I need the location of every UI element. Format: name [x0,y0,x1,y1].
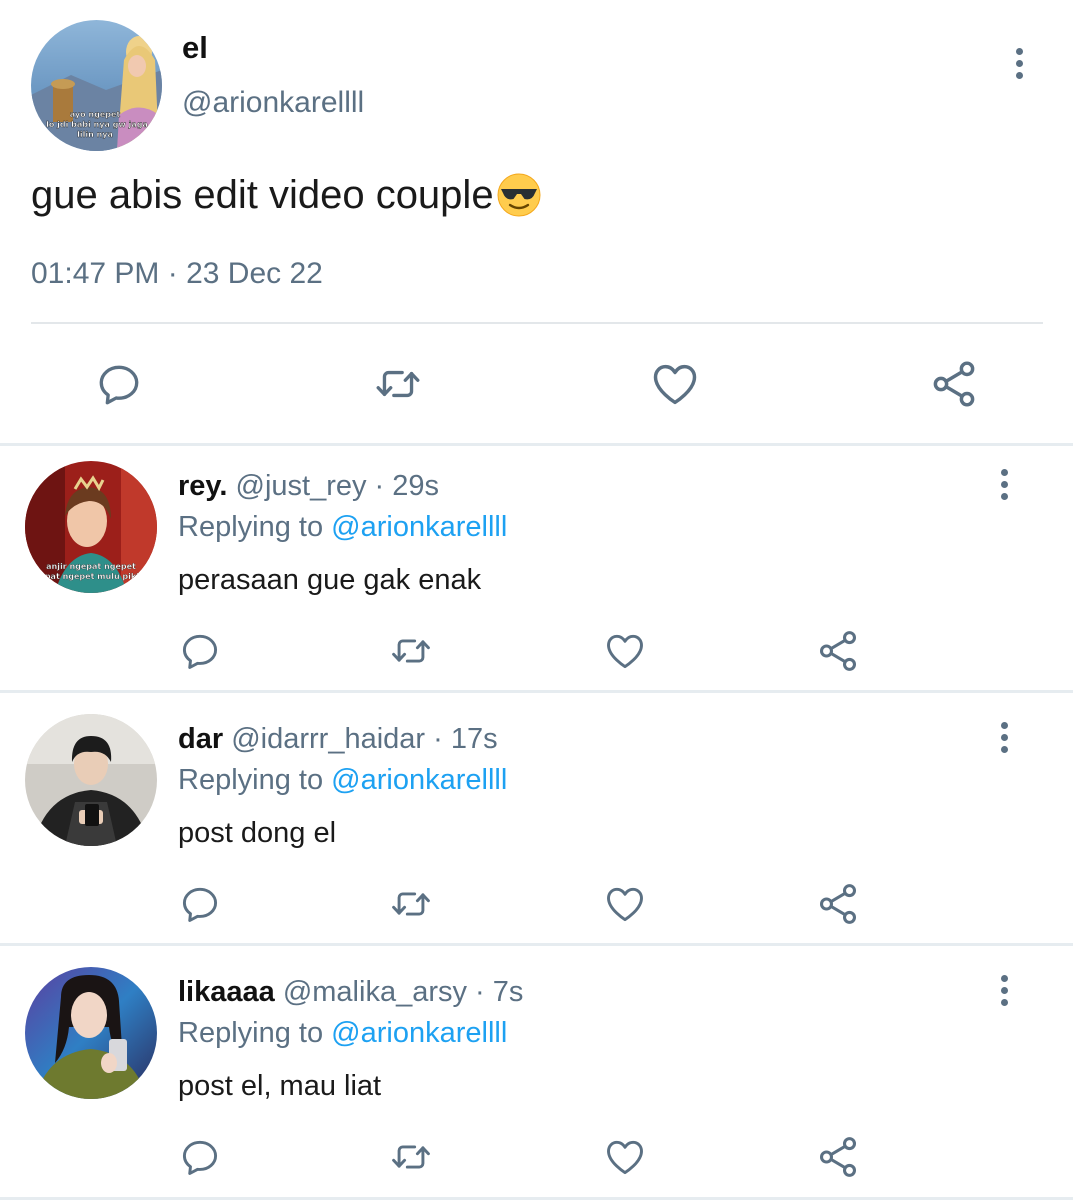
replying-to-label: Replying to [178,1017,324,1049]
reply-tweet: dar @idarrr_haidar · 17s Replying to @ar… [0,693,1073,943]
tweet-timestamp: 01:47 PM · 23 Dec 22 [31,257,323,290]
tweet-text-content: gue abis edit video couple [31,172,494,217]
author-name[interactable]: el [182,30,208,66]
reply-text: post el, mau liat [178,1070,382,1102]
avatar-caption-line: lo jdi babi nya gw jaga [46,120,148,129]
avatar-caption-line: lilin nya [77,130,113,139]
replying-to-label: Replying to [178,764,324,796]
share-icon[interactable] [815,1134,861,1180]
reply-author-name[interactable]: likaaaa [178,976,275,1008]
retweet-icon[interactable] [386,882,436,926]
reply-author-handle[interactable]: @idarrr_haidar [231,723,425,755]
more-icon[interactable] [989,464,1019,504]
retweet-icon[interactable] [386,629,436,673]
more-icon[interactable] [989,970,1019,1010]
like-icon[interactable] [649,358,701,410]
reply-header: rey. @just_rey · 29s [178,470,439,503]
replying-to: Replying to @arionkarellll [178,511,507,544]
retweet-icon[interactable] [369,359,427,409]
main-tweet: ayo ngepet lo jdi babi nya gw jaga lilin… [0,0,1073,445]
avatar-caption-line: anjir ngepat ngepet [46,562,136,571]
replying-to-label: Replying to [178,511,324,543]
more-icon[interactable] [1004,43,1034,83]
like-icon[interactable] [603,1134,647,1180]
replying-to-mention[interactable]: @arionkarellll [331,1017,507,1049]
share-icon[interactable] [815,628,861,674]
replying-to: Replying to @arionkarellll [178,764,507,797]
avatar-caption-line: ngepat ngepet mulu pikiran [28,572,154,581]
reply-tweet: likaaaa @malika_arsy · 7s Replying to @a… [0,946,1073,1200]
share-icon[interactable] [928,358,980,410]
reply-text: perasaan gue gak enak [178,564,482,596]
reply-time: 29s [392,470,440,502]
like-icon[interactable] [603,628,647,674]
reply-avatar[interactable]: anjir ngepat ngepet ngepat ngepet mulu p… [25,461,157,593]
reply-author-name[interactable]: rey. [178,470,227,502]
reply-avatar[interactable] [25,714,157,846]
more-icon[interactable] [989,717,1019,757]
replying-to-mention[interactable]: @arionkarellll [331,511,507,543]
reply-author-handle[interactable]: @just_rey [236,470,367,502]
tweet-text: gue abis edit video couple [31,172,542,218]
reply-icon[interactable] [178,882,222,926]
meta-separator: · [425,723,451,755]
replying-to: Replying to @arionkarellll [178,1017,507,1050]
meta-separator: · [366,470,393,502]
reply-icon[interactable] [94,359,144,409]
author-handle[interactable]: @arionkarellll [182,86,364,120]
reply-text: post dong el [178,817,337,849]
reply-time: 17s [450,723,498,755]
reply-author-handle[interactable]: @malika_arsy [283,976,467,1008]
replying-to-mention[interactable]: @arionkarellll [331,764,507,796]
meta-separator: · [466,976,493,1008]
reply-time: 7s [492,976,524,1008]
smiling-face-with-sunglasses-icon [497,173,541,217]
divider [31,322,1043,324]
reply-header: dar @idarrr_haidar · 17s [178,723,498,756]
reply-avatar[interactable] [25,967,157,1099]
reply-author-name[interactable]: dar [178,723,223,755]
reply-tweet: anjir ngepat ngepet ngepat ngepet mulu p… [0,446,1073,690]
reply-icon[interactable] [178,1135,222,1179]
retweet-icon[interactable] [386,1135,436,1179]
reply-header: likaaaa @malika_arsy · 7s [178,976,523,1009]
main-avatar[interactable]: ayo ngepet lo jdi babi nya gw jaga lilin… [31,20,162,151]
like-icon[interactable] [603,881,647,927]
share-icon[interactable] [815,881,861,927]
avatar-caption-line: ayo ngepet [70,110,121,119]
reply-icon[interactable] [178,629,222,673]
